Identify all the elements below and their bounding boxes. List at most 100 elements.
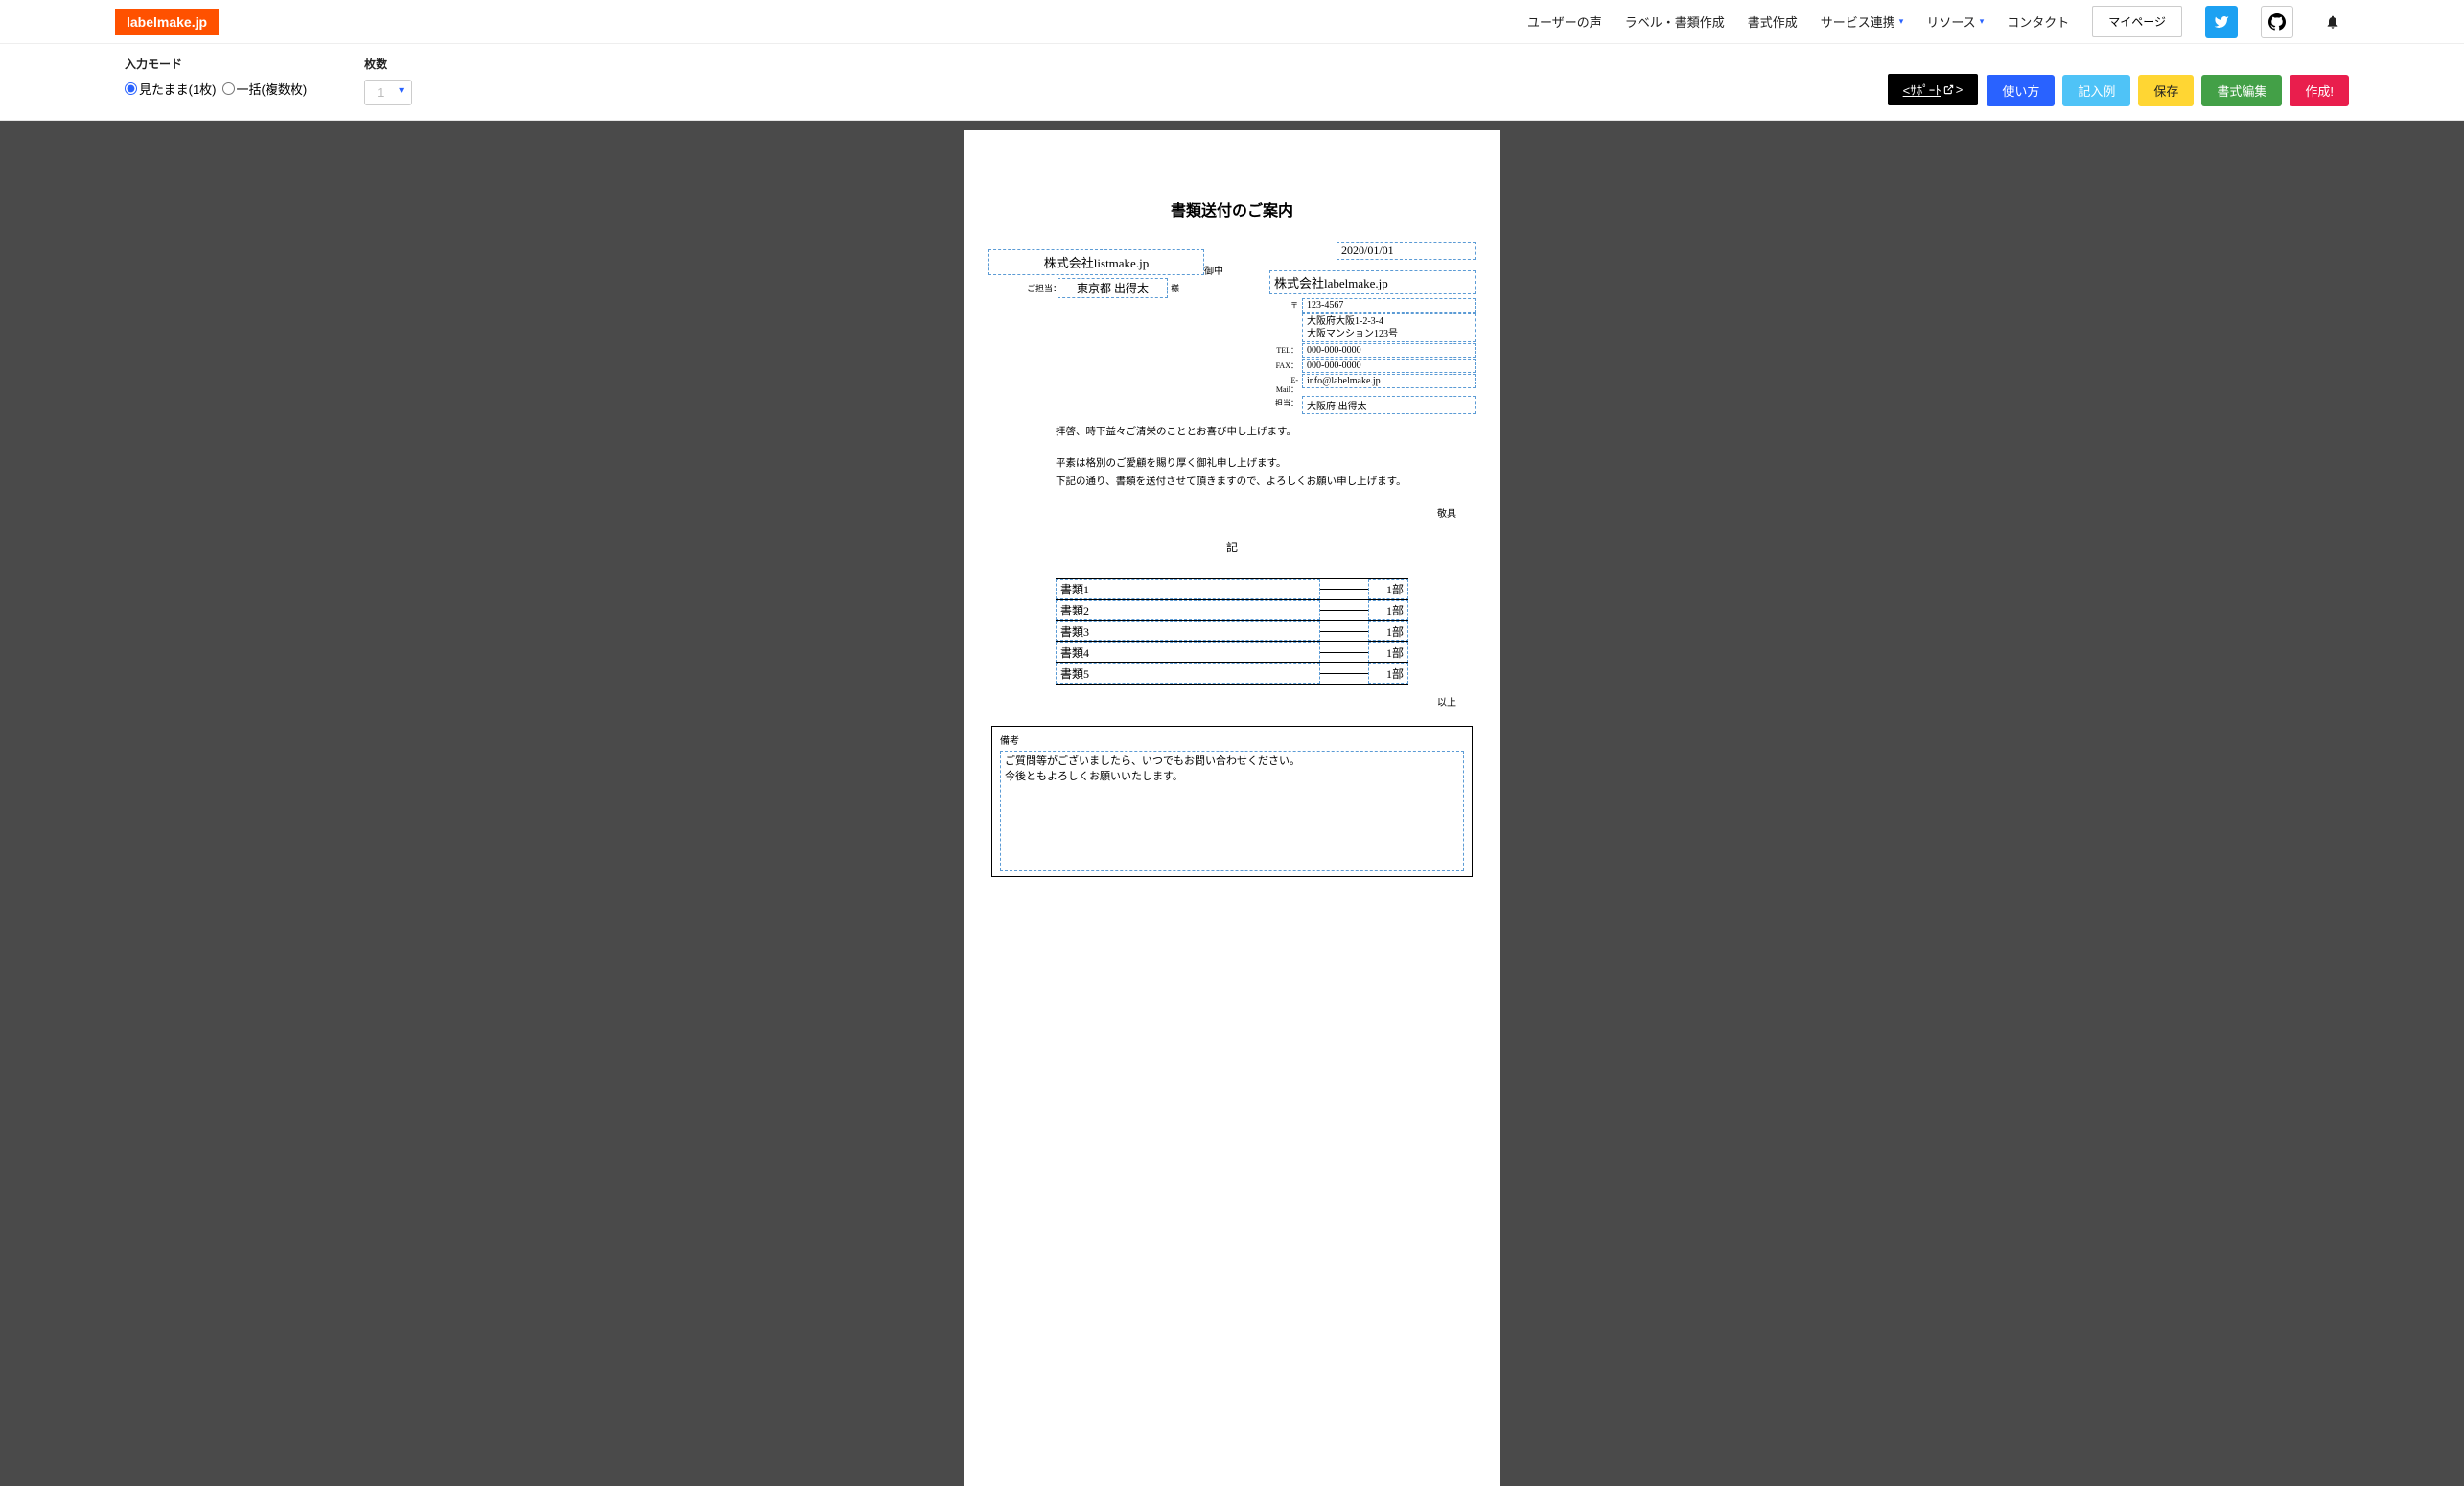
sender-address-row: 大阪府大阪1-2-3-4 大阪マンション123号 [1269,313,1476,342]
sender-postal-field[interactable]: 123-4567 [1302,298,1476,313]
sender-box: 株式会社labelmake.jp 〒 123-4567 大阪府大阪1-2-3-4… [1269,270,1476,415]
nav-service-link-label: サービス連携 [1821,12,1895,31]
ki: 記 [988,539,1476,555]
mode-bulk-label: 一括(複数枚) [237,80,308,98]
canvas-area[interactable]: 書類送付のご案内 2020/01/01 株式会社listmake.jp 御中 ご… [0,121,2464,1486]
table-row: 書類5 1部 [1056,663,1408,685]
mode-single-radio[interactable]: 見たまま(1枚) [125,80,217,98]
nav-resource[interactable]: リソース ▾ [1926,12,1984,31]
chevron-down-icon: ▾ [1899,16,1904,27]
example-button[interactable]: 記入例 [2062,75,2130,106]
item-gap [1320,652,1368,653]
mode-bulk-radio[interactable]: 一括(複数枚) [222,80,308,98]
sender-person-row: 担当： 大阪府 出得太 [1269,396,1476,414]
nav-user-voice[interactable]: ユーザーの声 [1527,12,1602,31]
item-name-field[interactable]: 書類2 [1056,600,1320,620]
sender-email-field[interactable]: info@labelmake.jp [1302,374,1476,388]
postal-label: 〒 [1269,298,1298,311]
sender-postal-row: 〒 123-4567 [1269,298,1476,313]
table-row: 書類2 1部 [1056,600,1408,621]
date-field[interactable]: 2020/01/01 [1337,242,1476,260]
count-group: 枚数 1 [364,56,412,105]
body-line3-text: 下記の通り、書類を送付させて頂きますので、よろしくお願い申し上げます。 [1056,476,1406,487]
save-button[interactable]: 保存 [2138,75,2194,106]
sender-fax-row: FAX： 000-000-0000 [1269,359,1476,373]
item-gap [1320,631,1368,632]
fax-label: FAX： [1269,359,1298,371]
logo[interactable]: labelmake.jp [115,9,219,35]
input-mode-label: 入力モード [125,56,307,72]
notification-button[interactable] [2316,6,2349,38]
nav-form-create[interactable]: 書式作成 [1748,12,1798,31]
sender-company-field[interactable]: 株式会社labelmake.jp [1269,270,1476,294]
editor-toolbar: 入力モード 見たまま(1枚) 一括(複数枚) 枚数 1 <ｻﾎﾟｰﾄ > 使い方 [0,44,2464,121]
toolbar-left: 入力モード 見たまま(1枚) 一括(複数枚) 枚数 1 [125,56,412,105]
mode-bulk-input[interactable] [222,82,235,95]
body-line1: 拝啓、時下益々ご清栄のこととお喜び申し上げます。 [1056,424,1408,442]
mode-single-input[interactable] [125,82,137,95]
person-label: 担当： [1269,396,1298,408]
twitter-button[interactable] [2205,6,2238,38]
twitter-icon [2214,14,2229,30]
item-gap [1320,673,1368,674]
bell-icon [2325,14,2340,30]
mode-single-label: 見たまま(1枚) [139,80,217,98]
item-name-field[interactable]: 書類3 [1056,621,1320,641]
support-button-suffix: > [1956,82,1964,97]
item-qty-field[interactable]: 1部 [1368,600,1408,620]
nav-service-link[interactable]: サービス連携 ▾ [1821,12,1904,31]
item-qty-field[interactable]: 1部 [1368,663,1408,684]
ijou: 以上 [988,694,1456,708]
main-nav: ユーザーの声 ラベル・書類作成 書式作成 サービス連携 ▾ リソース ▾ コンタ… [1527,6,2349,38]
table-row: 書類3 1部 [1056,621,1408,642]
document-title: 書類送付のご案内 [988,197,1476,221]
sender-fax-field[interactable]: 000-000-0000 [1302,359,1476,373]
edit-format-button[interactable]: 書式編集 [2201,75,2282,106]
nav-contact[interactable]: コンタクト [2007,12,2069,31]
item-name-field[interactable]: 書類1 [1056,579,1320,599]
remarks-box: 備考 ご質問等がございましたら、いつでもお問い合わせください。 今後ともよろしく… [991,726,1473,877]
sender-email-row: E-Mail： info@labelmake.jp [1269,374,1476,395]
input-mode-group: 入力モード 見たまま(1枚) 一括(複数枚) [125,56,307,105]
github-icon [2268,13,2286,31]
sender-person-field[interactable]: 大阪府 出得太 [1302,396,1476,414]
nav-label-create[interactable]: ラベル・書類作成 [1625,12,1725,31]
input-mode-radios: 見たまま(1枚) 一括(複数枚) [125,80,307,98]
count-select[interactable]: 1 [364,80,412,105]
item-qty-field[interactable]: 1部 [1368,579,1408,599]
sender-tel-field[interactable]: 000-000-0000 [1302,343,1476,358]
item-gap [1320,589,1368,590]
document-items-table: 書類11部書類21部書類31部書類41部書類51部 [1056,578,1408,685]
item-name-field[interactable]: 書類4 [1056,642,1320,662]
document-page: 書類送付のご案内 2020/01/01 株式会社listmake.jp 御中 ご… [964,130,1500,1486]
app-header: labelmake.jp ユーザーの声 ラベル・書類作成 書式作成 サービス連携… [0,0,2464,44]
nav-resource-label: リソース [1926,12,1975,31]
onchu-label: 御中 [1204,263,1223,277]
mypage-button[interactable]: マイページ [2092,6,2182,37]
body-line2-text: 平素は格別のご愛顧を賜り厚く御礼申し上げます。 [1056,458,1286,469]
usage-button[interactable]: 使い方 [1987,75,2055,106]
keigu: 敬具 [988,505,1456,520]
create-button[interactable]: 作成! [2290,75,2349,106]
github-button[interactable] [2261,6,2293,38]
recipient-company-field[interactable]: 株式会社listmake.jp [988,249,1204,275]
item-qty-field[interactable]: 1部 [1368,642,1408,662]
sender-tel-row: TEL： 000-000-0000 [1269,343,1476,358]
sama-label: 様 [1171,282,1179,294]
item-qty-field[interactable]: 1部 [1368,621,1408,641]
item-name-field[interactable]: 書類5 [1056,663,1320,684]
support-button[interactable]: <ｻﾎﾟｰﾄ > [1887,73,1980,106]
chevron-down-icon: ▾ [1980,16,1985,27]
count-label: 枚数 [364,56,412,72]
toolbar-right: <ｻﾎﾟｰﾄ > 使い方 記入例 保存 書式編集 作成! [1887,56,2349,106]
body-line2-3: 平素は格別のご愛顧を賜り厚く御礼申し上げます。 下記の通り、書類を送付させて頂き… [1056,455,1408,492]
item-gap [1320,610,1368,611]
sender-address-field[interactable]: 大阪府大阪1-2-3-4 大阪マンション123号 [1302,313,1476,342]
support-button-label: <ｻﾎﾟｰﾄ [1903,81,1941,99]
tel-label: TEL： [1269,343,1298,356]
address-label [1269,313,1298,315]
remarks-field[interactable]: ご質問等がございましたら、いつでもお問い合わせください。 今後ともよろしくお願い… [1000,751,1464,871]
recipient-person-field[interactable]: 東京都 出得太 [1058,278,1168,298]
table-row: 書類1 1部 [1056,579,1408,600]
remarks-title: 備考 [1000,732,1464,747]
